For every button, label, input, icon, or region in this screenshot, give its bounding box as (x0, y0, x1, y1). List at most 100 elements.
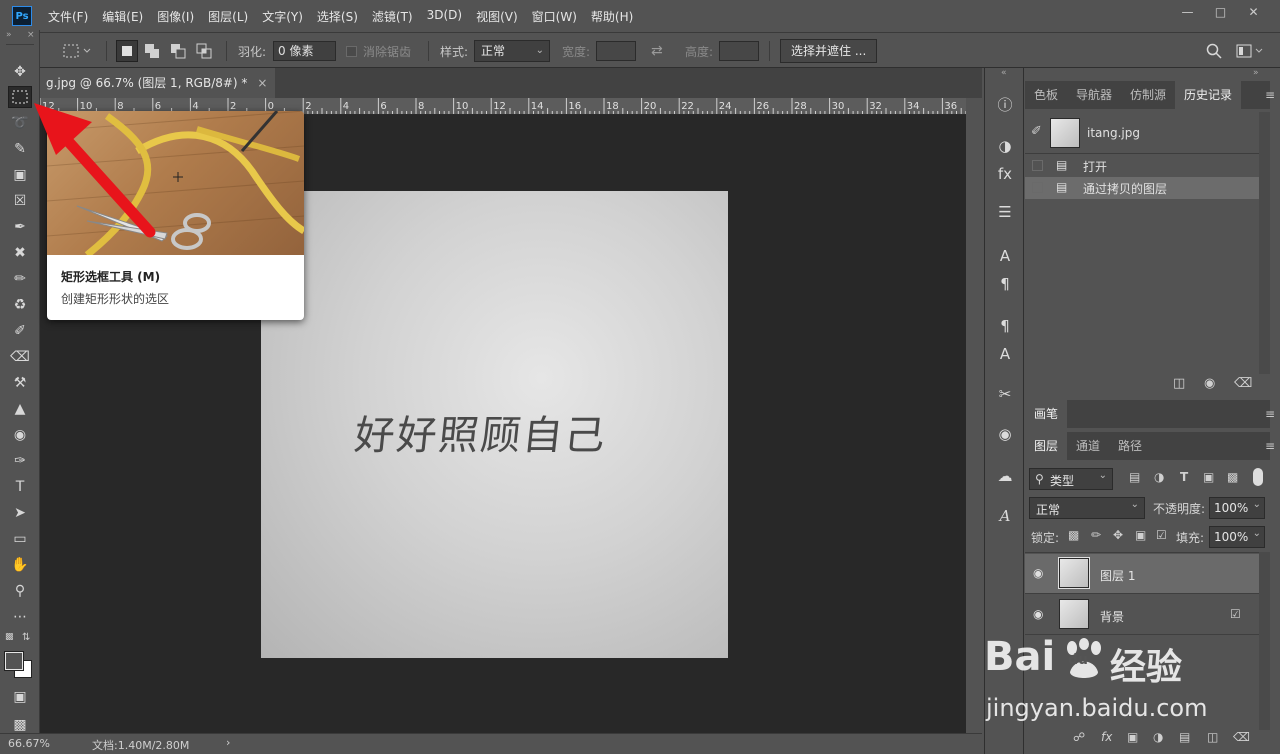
trash-icon[interactable]: ⌫ (1233, 730, 1250, 744)
history-entry-selected[interactable]: ▤ 通过拷贝的图层 (1025, 177, 1259, 199)
history-snapshot[interactable]: ✐ itang.jpg (1025, 114, 1259, 154)
tab-clone-source[interactable]: 仿制源 (1121, 81, 1175, 109)
panel-menu-icon[interactable]: ≡ (1260, 432, 1280, 460)
menu-3d[interactable]: 3D(D) (427, 8, 462, 25)
ruler-number: 28 (794, 101, 807, 112)
filter-adjustment-icon[interactable]: ◑ (1154, 470, 1164, 484)
zoom-tool-icon[interactable]: ⚲ (8, 580, 32, 602)
layer-mask-icon[interactable]: ▣ (1127, 730, 1138, 744)
blend-mode-select[interactable]: 正常 ⌄ (1029, 497, 1145, 519)
menu-help[interactable]: 帮助(H) (591, 8, 633, 25)
menu-select[interactable]: 选择(S) (317, 8, 358, 25)
collapse-icon[interactable]: » (1253, 68, 1259, 78)
foreground-color-swatch[interactable] (4, 651, 24, 671)
panel-menu-icon[interactable]: ≡ (1260, 81, 1280, 109)
menu-filter[interactable]: 滤镜(T) (372, 8, 413, 25)
lock-image-icon[interactable]: ✏ (1091, 528, 1101, 542)
tab-channels[interactable]: 通道 (1067, 432, 1109, 460)
history-scrollbar[interactable] (1259, 112, 1270, 374)
height-input[interactable] (719, 41, 759, 61)
filter-pixel-icon[interactable]: ▤ (1129, 470, 1140, 484)
visibility-eye-icon[interactable]: ◉ (1033, 607, 1043, 621)
new-layer-icon[interactable]: ◫ (1207, 730, 1218, 744)
menu-view[interactable]: 视图(V) (476, 8, 518, 25)
history-brush-source-icon[interactable]: ✐ (1031, 124, 1042, 139)
history-entry[interactable]: ▤ 打开 (1025, 155, 1259, 177)
blur-tool-icon[interactable]: ▲ (8, 398, 32, 420)
type-tool-icon[interactable]: T (8, 476, 32, 498)
width-input[interactable] (596, 41, 636, 61)
fill-input[interactable]: 100% ⌄ (1209, 526, 1265, 548)
info-icon[interactable]: ⓘ (993, 92, 1017, 116)
adjustments-icon[interactable]: ◑ (993, 134, 1017, 158)
search-icon[interactable] (1206, 33, 1222, 69)
filter-type-icon[interactable]: T (1180, 470, 1188, 484)
default-colors-icon[interactable]: ▩ (5, 632, 14, 642)
chevron-right-icon[interactable]: › (226, 736, 230, 749)
group-folder-icon[interactable]: ▤ (1179, 730, 1190, 744)
filter-toggle-icon[interactable] (1253, 468, 1263, 486)
paragraph-styles-icon[interactable]: ¶ (993, 314, 1017, 338)
workspace-icon[interactable] (1236, 33, 1264, 69)
camera-icon[interactable]: ◉ (1204, 376, 1215, 391)
character-styles-icon[interactable]: A (993, 342, 1017, 366)
tab-layers[interactable]: 图层 (1025, 432, 1068, 460)
watermark-brand-cn: 经验 (1110, 647, 1183, 688)
link-layers-icon[interactable]: ☍ (1073, 730, 1085, 744)
lock-position-icon[interactable]: ✥ (1113, 528, 1123, 542)
properties-icon[interactable]: ☰ (993, 200, 1017, 224)
select-and-mask-button[interactable]: 选择并遮住 ... (780, 39, 878, 63)
trash-icon[interactable]: ⌫ (1234, 376, 1252, 391)
tab-navigator[interactable]: 导航器 (1067, 81, 1121, 109)
panel-menu-icon[interactable]: ≡ (1260, 400, 1280, 428)
zoom-level[interactable]: 66.67% (8, 737, 50, 750)
collapse-icon[interactable]: « (1001, 68, 1007, 78)
eraser-tool-icon[interactable]: ⌫ (8, 346, 32, 368)
maximize-icon[interactable]: □ (1204, 2, 1237, 22)
swap-colors-icon[interactable]: ⇅ (22, 632, 30, 643)
pen-tool-icon[interactable]: ✑ (8, 450, 32, 472)
document-icon: ▤ (1056, 158, 1068, 172)
menu-window[interactable]: 窗口(W) (532, 8, 577, 25)
dodge-tool-icon[interactable]: ◉ (8, 424, 32, 446)
lock-all-icon[interactable]: ☑ (1156, 528, 1167, 542)
lock-artboard-icon[interactable]: ▣ (1135, 528, 1146, 542)
lock-transparent-icon[interactable]: ▩ (1068, 528, 1079, 542)
adjustment-layer-icon[interactable]: ◑ (1153, 730, 1163, 744)
swap-dimensions-icon[interactable]: ⇄ (651, 33, 663, 69)
brush-settings-icon[interactable]: ◉ (993, 422, 1017, 446)
visibility-eye-icon[interactable]: ◉ (1033, 566, 1043, 580)
layer-row[interactable]: ◉ 背景 ☑ (1025, 595, 1259, 635)
path-selection-tool-icon[interactable]: ➤ (8, 502, 32, 524)
tab-swatches[interactable]: 色板 (1025, 81, 1067, 109)
quick-mask-icon[interactable]: ▣ (8, 686, 32, 708)
tool-presets-icon[interactable]: ✂ (993, 382, 1017, 406)
layer-style-icon[interactable]: fx (1101, 730, 1112, 744)
layer-row[interactable]: ◉ 图层 1 (1025, 554, 1259, 594)
tab-paths[interactable]: 路径 (1109, 432, 1151, 460)
filter-smart-object-icon[interactable]: ▩ (1227, 470, 1238, 484)
history-source-checkbox[interactable] (1032, 182, 1043, 193)
glyphs-icon[interactable]: A (993, 504, 1017, 528)
libraries-icon[interactable]: ☁ (993, 464, 1017, 488)
styles-icon[interactable]: fx (993, 162, 1017, 186)
tab-brushes[interactable]: 画笔 (1025, 400, 1068, 428)
history-brush-tool-icon[interactable]: ✐ (8, 320, 32, 342)
style-select[interactable]: 正常 ⌄ (474, 40, 550, 62)
minimize-icon[interactable]: — (1171, 2, 1204, 22)
window-controls: — □ ✕ (1171, 2, 1270, 22)
character-icon[interactable]: A (993, 244, 1017, 268)
paint-bucket-tool-icon[interactable]: ⚒ (8, 372, 32, 394)
paragraph-icon[interactable]: ¶ (993, 272, 1017, 296)
hand-tool-icon[interactable]: ✋ (8, 554, 32, 576)
history-source-checkbox[interactable] (1032, 160, 1043, 171)
layer-filter-select[interactable]: ⚲ 类型 ⌄ (1029, 468, 1113, 490)
filter-shape-icon[interactable]: ▣ (1203, 470, 1214, 484)
rectangle-tool-icon[interactable]: ▭ (8, 528, 32, 550)
close-icon[interactable]: ✕ (1237, 2, 1270, 22)
more-tools-icon[interactable]: ⋯ (8, 606, 32, 628)
new-document-from-state-icon[interactable]: ◫ (1173, 376, 1185, 391)
antialias-checkbox[interactable] (346, 45, 357, 57)
tab-history[interactable]: 历史记录 (1175, 81, 1242, 109)
opacity-input[interactable]: 100% ⌄ (1209, 497, 1265, 519)
